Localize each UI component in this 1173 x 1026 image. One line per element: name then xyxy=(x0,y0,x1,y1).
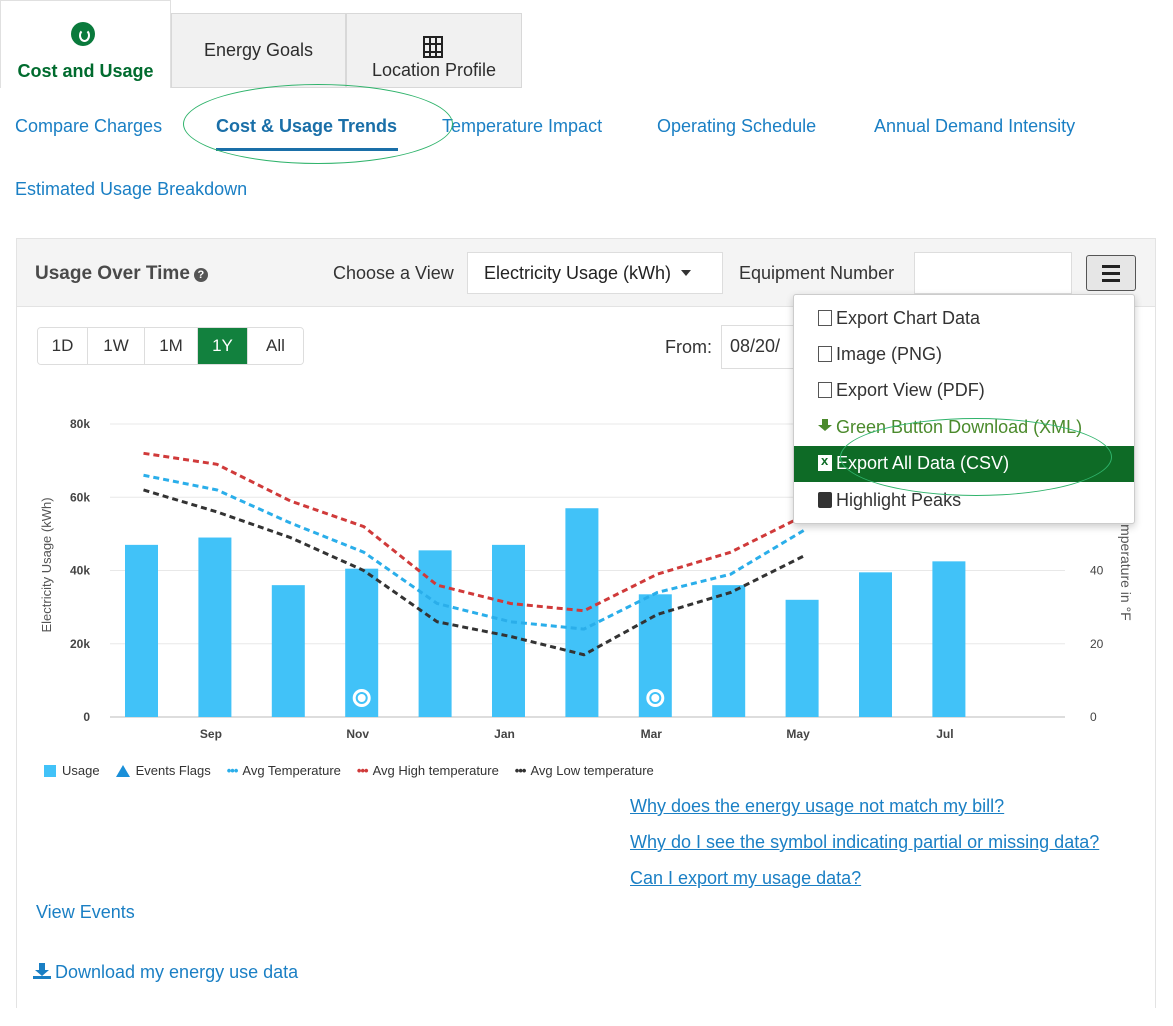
usage-bar xyxy=(198,537,232,717)
download-icon xyxy=(33,963,51,979)
warning-icon xyxy=(115,764,130,777)
series-line xyxy=(143,488,805,657)
y2-axis-label: Temperature in °F xyxy=(1118,509,1134,620)
usage-bar xyxy=(271,585,305,717)
usage-bar xyxy=(932,561,966,717)
usage-bar xyxy=(785,599,819,717)
menu-export-view-pdf[interactable]: Export View (PDF) xyxy=(794,373,1134,409)
x-tick-label: Jan xyxy=(494,727,515,741)
legend-avg-high-temperature[interactable]: ••• Avg High temperature xyxy=(357,763,499,778)
legend-avg-low-temperature[interactable]: ••• Avg Low temperature xyxy=(515,763,654,778)
download-energy-data-link[interactable]: Download my energy use data xyxy=(33,962,298,983)
usage-bar xyxy=(492,544,525,717)
y-tick-label: 0 xyxy=(83,710,90,724)
faq-link-bill-mismatch[interactable]: Why does the energy usage not match my b… xyxy=(630,796,1004,817)
image-icon xyxy=(818,346,832,362)
faq-link-export-data[interactable]: Can I export my usage data? xyxy=(630,868,861,889)
menu-image-png[interactable]: Image (PNG) xyxy=(794,337,1134,373)
faq-link-partial-data[interactable]: Why do I see the symbol indicating parti… xyxy=(630,832,1099,853)
chart-legend: Usage Events Flags ••• Avg Temperature ••… xyxy=(44,763,670,778)
view-events-link[interactable]: View Events xyxy=(36,902,135,923)
menu-export-chart-data[interactable]: Export Chart Data xyxy=(794,301,1134,337)
excel-icon xyxy=(818,453,832,471)
series-line xyxy=(143,451,805,613)
dots-icon: ••• xyxy=(356,763,369,778)
usage-swatch xyxy=(44,764,56,777)
y-tick-label: 60k xyxy=(70,490,90,504)
download-icon xyxy=(818,419,832,435)
y-tick-label: 20k xyxy=(70,637,90,651)
usage-bar xyxy=(565,508,599,717)
y-tick-label: 40k xyxy=(70,564,90,578)
dots-icon: ••• xyxy=(514,763,527,778)
y2-tick-label: 40 xyxy=(1090,564,1104,578)
y2-tick-label: 20 xyxy=(1090,637,1104,651)
legend-event-flags[interactable]: Events Flags xyxy=(115,763,211,778)
document-icon xyxy=(818,310,832,326)
series-line xyxy=(143,473,805,631)
highlight-ellipse xyxy=(840,418,1112,496)
x-tick-label: Sep xyxy=(200,727,222,741)
x-tick-label: Jul xyxy=(936,727,953,741)
y-tick-label: 80k xyxy=(70,417,90,431)
x-tick-label: May xyxy=(786,727,810,741)
pdf-icon xyxy=(818,382,832,398)
event-flag-icon xyxy=(350,687,373,709)
y2-tick-label: 0 xyxy=(1090,710,1097,724)
usage-bar xyxy=(859,572,892,717)
x-tick-label: Mar xyxy=(641,727,663,741)
usage-bar xyxy=(125,544,158,717)
event-flag-icon xyxy=(644,687,667,709)
x-tick-label: Nov xyxy=(346,727,369,741)
y-axis-label: Electricity Usage (kWh) xyxy=(39,497,54,632)
pencil-icon xyxy=(818,492,832,508)
legend-usage[interactable]: Usage xyxy=(44,763,100,778)
legend-avg-temperature[interactable]: ••• Avg Temperature xyxy=(227,763,341,778)
dots-icon: ••• xyxy=(226,763,239,778)
usage-bar xyxy=(712,585,746,717)
